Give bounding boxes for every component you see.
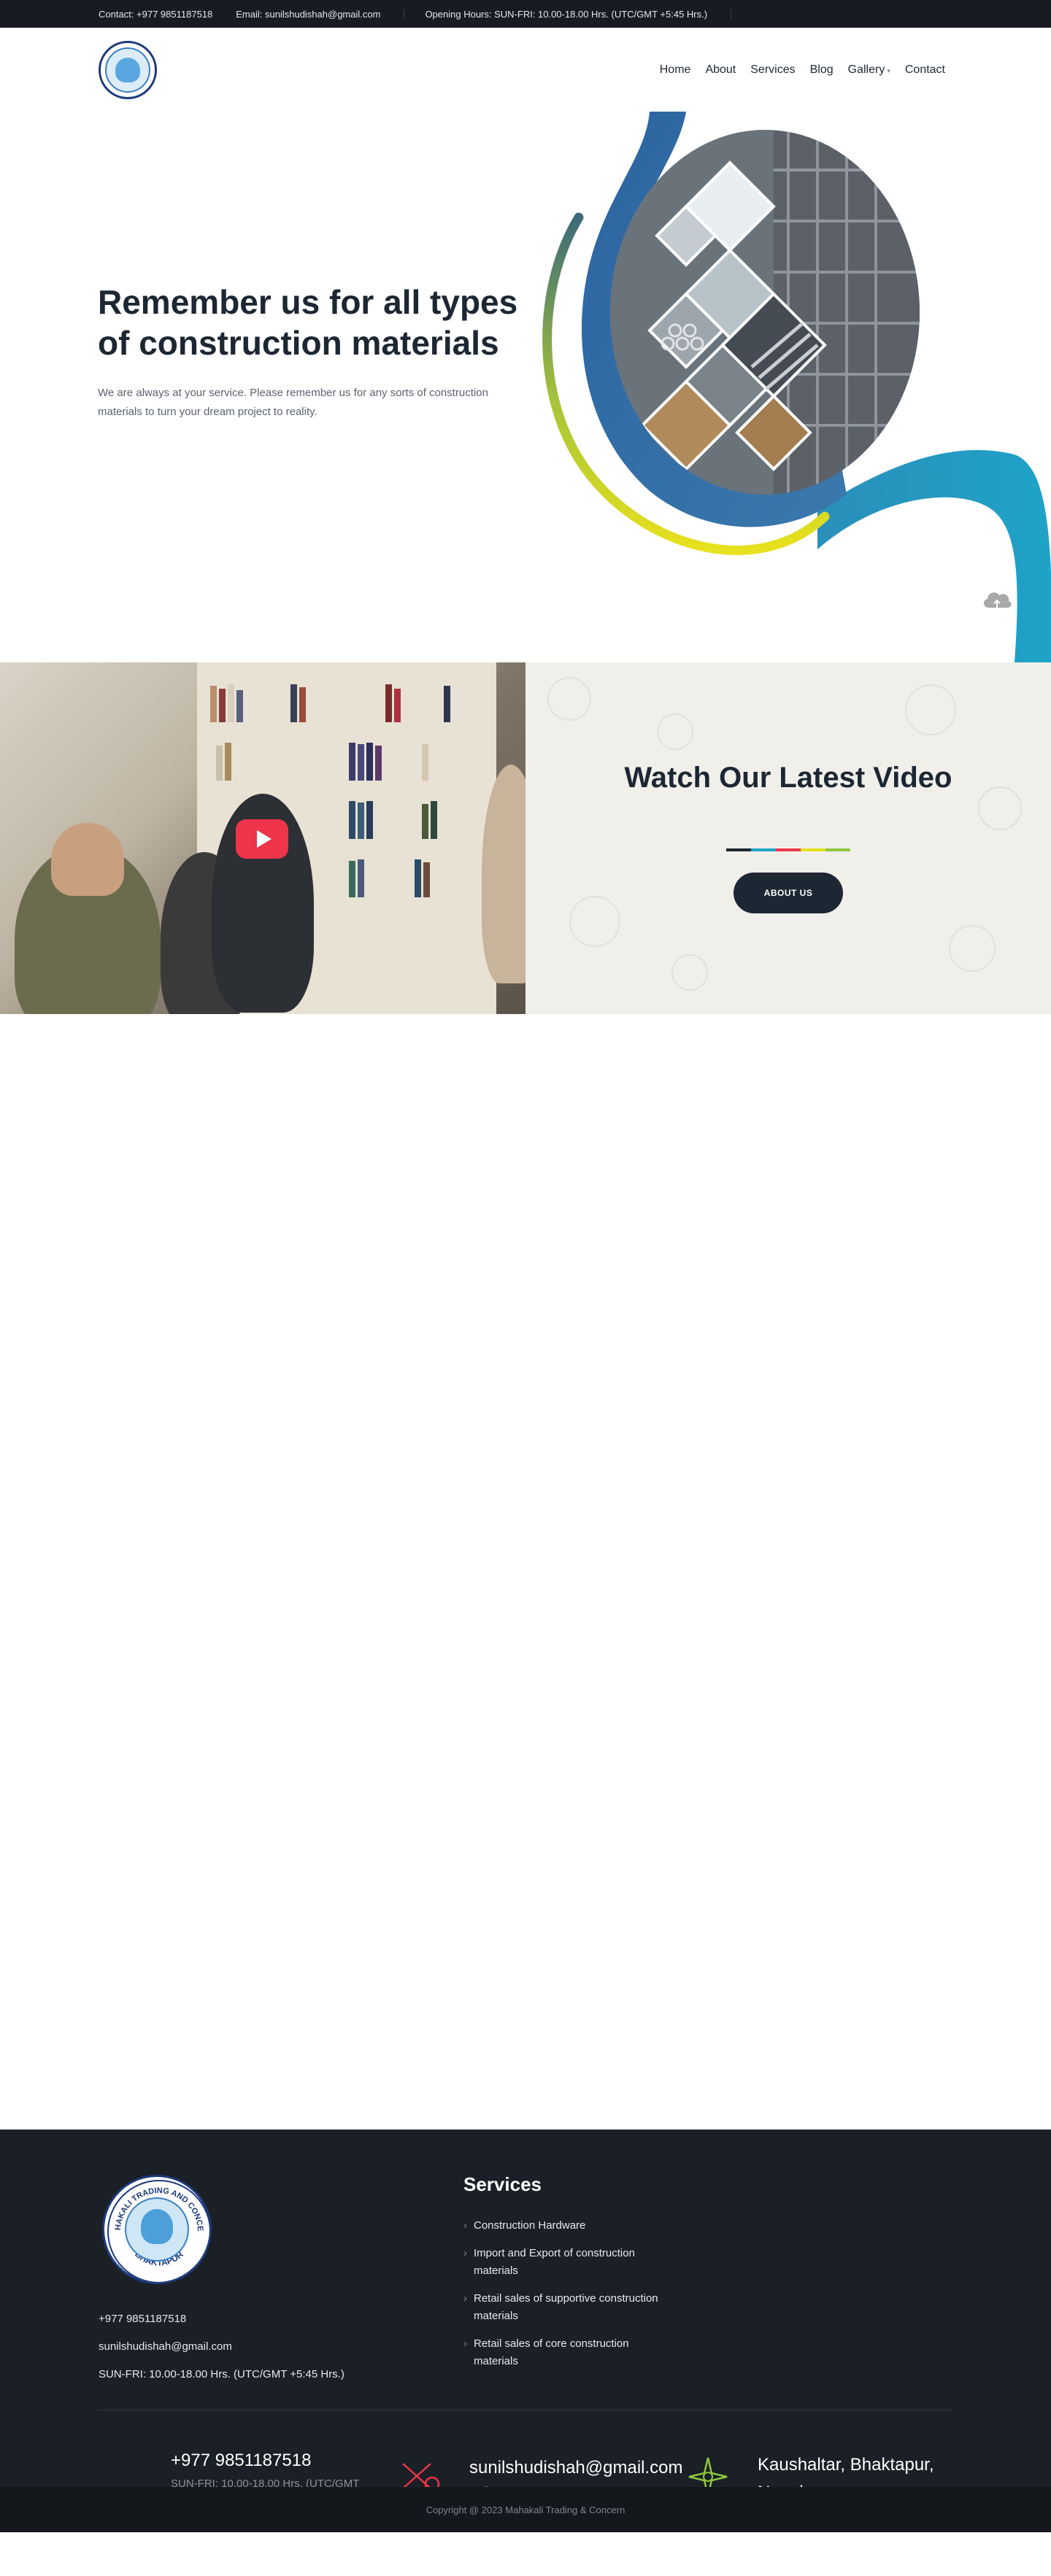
footer-info-phone-number[interactable]: +977 9851187518 (171, 2450, 390, 2472)
site-header: Home About Services Blog Gallery ▾ Contac… (0, 28, 1051, 112)
background-doodle (905, 684, 956, 735)
site-footer: MAHAKALI TRADING AND CONCERN BHAKTAPUR +… (0, 2130, 1051, 2532)
footer-services-list: Construction Hardware Import and Export … (463, 2217, 661, 2380)
teal-swoosh (817, 449, 1051, 662)
background-doodle (949, 925, 996, 972)
footer-logo[interactable]: MAHAKALI TRADING AND CONCERN BHAKTAPUR (102, 2175, 212, 2284)
main-nav: Home About Services Blog Gallery ▾ Contac… (645, 28, 945, 112)
logo-emblem (141, 2209, 173, 2244)
copyright-text: Copyright @ 2023 Mahakali Trading & Conc… (426, 2504, 625, 2515)
background-doodle (657, 713, 693, 750)
nav-home[interactable]: Home (660, 63, 691, 77)
person-image (51, 823, 124, 896)
topbar-email[interactable]: Email: sunilshudishah@gmail.com (236, 9, 380, 20)
hero-illustration (542, 112, 1051, 662)
footer-info-email-address[interactable]: sunilshudishah@gmail.com (469, 2457, 696, 2479)
title-underline (726, 848, 850, 851)
footer-service-item[interactable]: Import and Export of construction materi… (463, 2245, 661, 2280)
topbar-hours: Opening Hours: SUN-FRI: 10.00-18.00 Hrs.… (425, 8, 708, 20)
chevron-down-icon: ▾ (887, 66, 890, 74)
logo-emblem (115, 58, 140, 82)
play-icon (256, 830, 272, 848)
hero-photo-collage (610, 130, 920, 495)
copyright-bar: Copyright @ 2023 Mahakali Trading & Conc… (0, 2487, 1051, 2532)
background-doodle (671, 954, 708, 991)
content-area (0, 1014, 1051, 2130)
logo-ring (105, 47, 150, 93)
nav-contact[interactable]: Contact (905, 63, 945, 77)
nav-gallery[interactable]: Gallery ▾ (848, 63, 890, 77)
nav-services[interactable]: Services (750, 63, 795, 77)
footer-phone[interactable]: +977 9851187518 (99, 2313, 186, 2325)
footer-email[interactable]: sunilshudishah@gmail.com (99, 2340, 232, 2353)
hero-title: Remember us for all types of constructio… (98, 283, 518, 362)
footer-service-item[interactable]: Retail sales of core construction materi… (463, 2335, 661, 2370)
top-bar: Contact: +977 9851187518 Email: sunilshu… (0, 0, 1051, 28)
video-section: Watch Our Latest Video ABOUT US (0, 662, 1051, 1014)
footer-hours: SUN-FRI: 10.00-18.00 Hrs. (UTC/GMT +5:45… (99, 2368, 344, 2380)
background-doodle (547, 677, 591, 721)
about-us-button[interactable]: ABOUT US (734, 873, 843, 913)
nav-about[interactable]: About (705, 63, 736, 77)
site-logo[interactable] (99, 41, 157, 99)
video-thumbnail[interactable] (0, 662, 526, 1014)
topbar-contact[interactable]: Contact: +977 9851187518 (99, 9, 212, 20)
background-doodle (569, 896, 620, 947)
hero-text: We are always at your service. Please re… (98, 387, 488, 418)
cloud-upload-icon[interactable] (981, 586, 1013, 612)
nav-gallery-label: Gallery (847, 63, 885, 76)
footer-service-item[interactable]: Retail sales of supportive construction … (463, 2290, 661, 2325)
video-info-panel: Watch Our Latest Video ABOUT US (526, 662, 1051, 1014)
video-title: Watch Our Latest Video (624, 762, 952, 794)
footer-services-title: Services (463, 2173, 542, 2195)
play-button[interactable] (236, 819, 288, 859)
nav-blog[interactable]: Blog (810, 63, 834, 77)
hero-section: Remember us for all types of constructio… (0, 112, 1051, 662)
footer-service-item[interactable]: Construction Hardware (463, 2217, 661, 2235)
